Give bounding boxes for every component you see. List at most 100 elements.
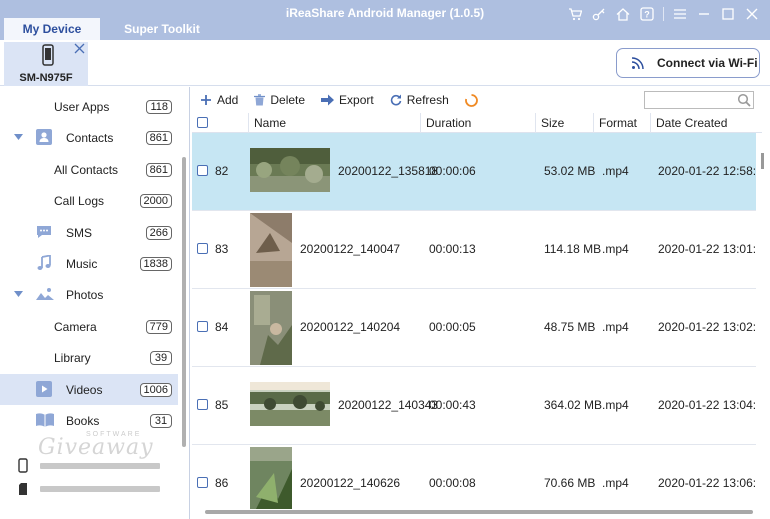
sidebar-item-label: Call Logs: [54, 193, 105, 208]
sidebar: User Apps 118 Contacts 861 All Contacts …: [0, 87, 190, 519]
sidebar-item-music[interactable]: Music 1838: [0, 248, 178, 279]
count-badge: 779: [145, 319, 172, 334]
connect-wifi-button[interactable]: Connect via Wi-Fi: [616, 48, 760, 78]
storage-bar: [40, 462, 160, 469]
table-row[interactable]: 84 20200122_140204 00:00:05 48.75 MB .mp…: [192, 289, 756, 367]
close-icon[interactable]: [742, 4, 762, 24]
table-row[interactable]: 82 20200122_135818 00:00:06 53.02 MB .mp…: [192, 133, 756, 211]
book-icon: [36, 413, 54, 427]
close-device-icon[interactable]: [74, 43, 85, 54]
column-header-size[interactable]: Size: [535, 113, 593, 133]
chevron-down-icon[interactable]: [14, 134, 23, 140]
video-thumbnail: [250, 382, 330, 426]
add-label: Add: [217, 93, 239, 107]
video-list: 82 20200122_135818 00:00:06 53.02 MB .mp…: [192, 133, 756, 509]
video-name: 20200122_140047: [300, 242, 401, 256]
table-vertical-scrollbar[interactable]: [761, 153, 764, 169]
search-input[interactable]: [644, 91, 754, 109]
tab-my-device[interactable]: My Device: [4, 18, 100, 40]
cart-icon[interactable]: [565, 4, 585, 24]
video-date: 2020-01-22 13:01:01: [658, 242, 756, 256]
sidebar-item-label: All Contacts: [54, 162, 119, 177]
video-date: 2020-01-22 12:58:25: [658, 164, 756, 178]
column-header-duration[interactable]: Duration: [420, 113, 535, 133]
count-badge: 2000: [139, 193, 172, 208]
row-checkbox[interactable]: [197, 321, 208, 332]
video-size: 114.18 MB: [544, 242, 602, 256]
window-controls: ?: [565, 4, 762, 24]
add-button[interactable]: Add: [200, 93, 238, 107]
sidebar-item-label: Music: [66, 256, 98, 271]
minimize-icon[interactable]: [694, 4, 714, 24]
table-row[interactable]: 85 20200122_140343 00:00:43 364.02 MB .m…: [192, 367, 756, 445]
video-icon: [36, 381, 52, 397]
home-icon[interactable]: [613, 4, 633, 24]
sidebar-item-call-logs[interactable]: Call Logs 2000: [0, 185, 178, 216]
toolbar: Add Delete Export Refresh: [192, 87, 770, 113]
maximize-icon[interactable]: [718, 4, 738, 24]
row-checkbox[interactable]: [197, 477, 208, 488]
trash-icon: [254, 94, 266, 106]
video-name: 20200122_140626: [300, 476, 401, 490]
sidebar-item-videos[interactable]: Videos 1006: [0, 374, 178, 405]
video-thumbnail: [250, 447, 292, 509]
chevron-down-icon[interactable]: [14, 291, 23, 297]
sidebar-item-label: Videos: [66, 382, 103, 397]
sidebar-scrollbar[interactable]: [182, 157, 186, 447]
table-row[interactable]: 86 20200122_140626 00:00:08 70.66 MB .mp…: [192, 445, 756, 509]
row-index: 85: [215, 398, 229, 412]
video-date: 2020-01-22 13:06:35: [658, 476, 756, 490]
export-button[interactable]: Export: [321, 93, 374, 107]
table-row[interactable]: 83 20200122_140047 00:00:13 114.18 MB .m…: [192, 211, 756, 289]
wifi-icon: [631, 57, 644, 70]
divider: [663, 7, 664, 21]
tab-super-toolkit[interactable]: Super Toolkit: [112, 18, 212, 40]
contact-card-icon: [36, 129, 52, 145]
video-size: 364.02 MB: [544, 398, 603, 412]
column-header-name[interactable]: Name: [248, 113, 420, 133]
video-duration: 00:00:05: [429, 320, 476, 334]
sidebar-item-label: Contacts: [66, 130, 114, 145]
video-duration: 00:00:08: [429, 476, 476, 490]
sidebar-item-all-contacts[interactable]: All Contacts 861: [0, 154, 178, 185]
count-badge: 1006: [139, 382, 172, 397]
count-badge: 861: [145, 130, 172, 145]
count-badge: 118: [146, 99, 172, 114]
column-header-date-created[interactable]: Date Created: [650, 113, 762, 133]
help-icon[interactable]: ?: [637, 4, 657, 24]
select-all-checkbox[interactable]: [197, 117, 208, 128]
row-index: 83: [215, 242, 229, 256]
arrow-right-icon: [321, 94, 335, 106]
table-horizontal-scrollbar[interactable]: [205, 510, 753, 514]
sidebar-item-sms[interactable]: SMS 266: [0, 217, 178, 248]
phone-storage-icon: [18, 458, 28, 473]
video-name: 20200122_140343: [338, 398, 439, 412]
sidebar-item-user-apps[interactable]: User Apps 118: [0, 91, 178, 122]
sidebar-item-photos[interactable]: Photos: [0, 279, 178, 310]
table-header: Name Duration Size Format Date Created: [192, 113, 762, 133]
search-icon[interactable]: [737, 93, 751, 107]
sidebar-item-label: SMS: [66, 225, 93, 240]
count-badge: 1838: [139, 256, 172, 271]
refresh-button[interactable]: Refresh: [390, 93, 449, 107]
row-checkbox[interactable]: [197, 165, 208, 176]
sidebar-item-camera[interactable]: Camera 779: [0, 311, 178, 342]
row-checkbox[interactable]: [197, 243, 208, 254]
sidebar-item-label: User Apps: [54, 99, 110, 114]
column-header-format[interactable]: Format: [593, 113, 650, 133]
export-label: Export: [339, 93, 374, 107]
device-card[interactable]: SM-N975F: [4, 42, 88, 86]
count-badge: 861: [145, 162, 172, 177]
refresh-label: Refresh: [406, 93, 449, 107]
menu-icon[interactable]: [670, 4, 690, 24]
chat-bubble-icon: [37, 226, 51, 238]
sd-card-icon: [19, 483, 27, 495]
row-checkbox[interactable]: [197, 399, 208, 410]
sidebar-item-library[interactable]: Library 39: [0, 342, 178, 373]
key-icon[interactable]: [589, 4, 609, 24]
photo-icon: [36, 288, 54, 300]
sidebar-item-contacts[interactable]: Contacts 861: [0, 122, 178, 153]
delete-button[interactable]: Delete: [254, 93, 305, 107]
video-thumbnail: [250, 148, 330, 192]
count-badge: 31: [150, 413, 172, 428]
